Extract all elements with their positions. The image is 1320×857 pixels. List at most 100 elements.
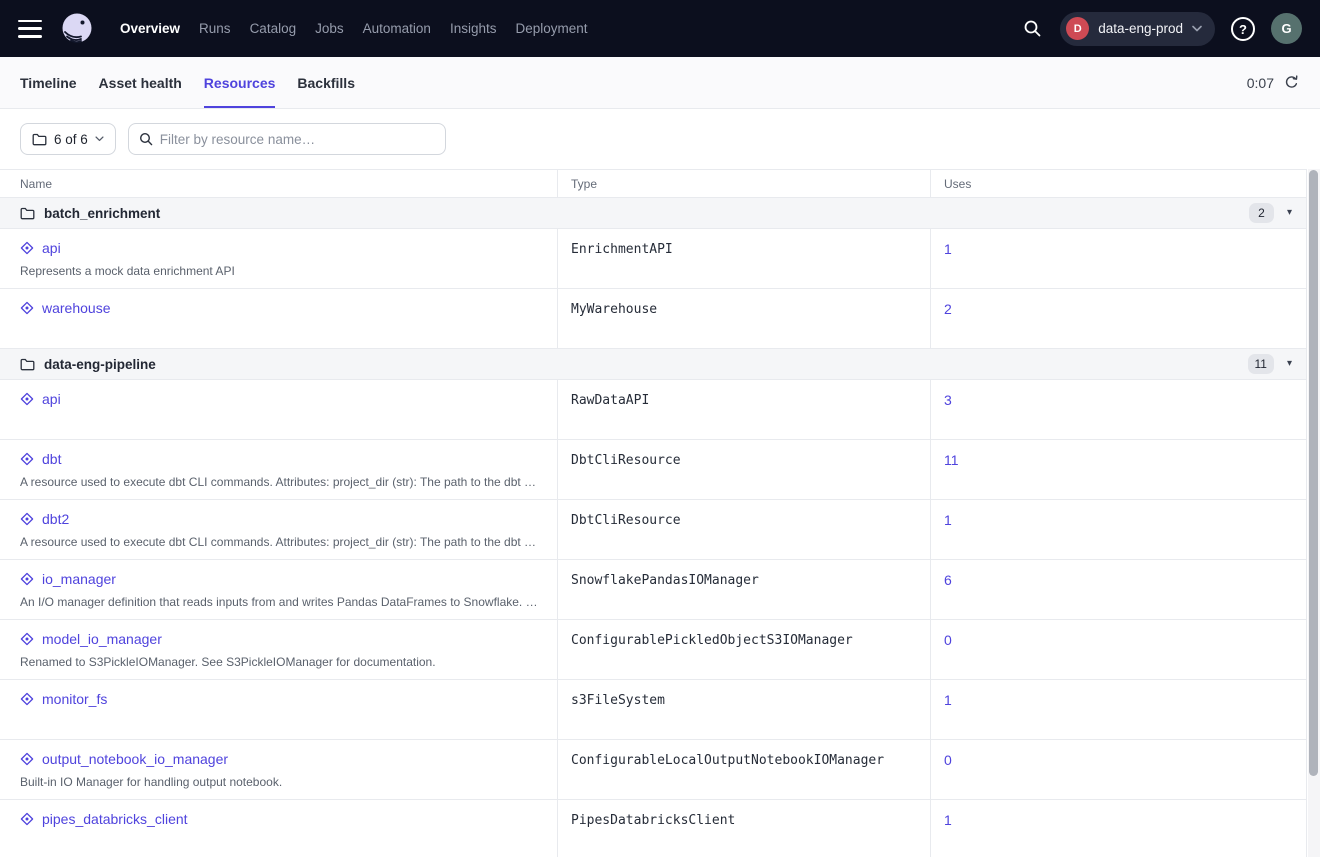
- column-header-uses: Uses: [930, 170, 1307, 197]
- resource-type: SnowflakePandasIOManager: [557, 560, 930, 619]
- menu-icon[interactable]: [18, 20, 42, 38]
- nav-item-deployment[interactable]: Deployment: [513, 17, 589, 40]
- resource-type: RawDataAPI: [557, 380, 930, 439]
- group-name: data-eng-pipeline: [44, 357, 156, 372]
- tabs: Timeline Asset health Resources Backfills: [20, 57, 355, 108]
- resource-row-api: api Represents a mock data enrichment AP…: [0, 229, 1306, 289]
- resource-name-link[interactable]: warehouse: [42, 300, 111, 316]
- resource-filter: [128, 123, 446, 155]
- folder-icon: [20, 358, 35, 371]
- table-header: Name Type Uses: [0, 170, 1306, 198]
- resource-uses-link[interactable]: 2: [944, 301, 952, 317]
- resource-description: A resource used to execute dbt CLI comma…: [20, 475, 541, 489]
- scrollbar-track[interactable]: [1308, 169, 1320, 857]
- resource-icon: [20, 392, 34, 406]
- resource-type: MyWarehouse: [557, 289, 930, 348]
- collapse-caret-icon[interactable]: ▾: [1287, 208, 1292, 218]
- collapse-caret-icon[interactable]: ▾: [1287, 359, 1292, 369]
- resource-row-model-io-manager: model_io_manager Renamed to S3PickleIOMa…: [0, 620, 1306, 680]
- refresh-icon[interactable]: [1282, 74, 1300, 92]
- resource-uses-link[interactable]: 0: [944, 632, 952, 648]
- resource-type: EnrichmentAPI: [557, 229, 930, 288]
- resource-name-link[interactable]: dbt2: [42, 511, 69, 527]
- deployment-switcher[interactable]: D data-eng-prod: [1060, 12, 1215, 46]
- resource-name-link[interactable]: pipes_databricks_client: [42, 811, 188, 827]
- resource-type: DbtCliResource: [557, 440, 930, 499]
- group-count-filter-button[interactable]: 6 of 6: [20, 123, 116, 155]
- resource-row-warehouse: warehouse MyWarehouse 2: [0, 289, 1306, 349]
- resource-uses-link[interactable]: 0: [944, 752, 952, 768]
- help-icon[interactable]: ?: [1228, 14, 1258, 44]
- resource-uses-link[interactable]: 1: [944, 241, 952, 257]
- top-nav-items: Overview Runs Catalog Jobs Automation Insight…: [118, 17, 590, 40]
- search-icon[interactable]: [1017, 14, 1047, 44]
- group-count-badge: 11: [1248, 354, 1274, 374]
- group-name: batch_enrichment: [44, 206, 160, 221]
- nav-item-insights[interactable]: Insights: [448, 17, 499, 40]
- resource-icon: [20, 812, 34, 826]
- resource-icon: [20, 452, 34, 466]
- nav-item-catalog[interactable]: Catalog: [248, 17, 299, 40]
- resource-description: Renamed to S3PickleIOManager. See S3Pick…: [20, 655, 541, 669]
- resource-description: A resource used to execute dbt CLI comma…: [20, 535, 541, 549]
- resource-icon: [20, 632, 34, 646]
- resource-icon: [20, 301, 34, 315]
- refresh-timer: 0:07: [1247, 75, 1274, 91]
- resource-uses-link[interactable]: 11: [944, 452, 959, 468]
- resource-description: Represents a mock data enrichment API: [20, 264, 541, 278]
- top-nav: Overview Runs Catalog Jobs Automation Insight…: [0, 0, 1320, 57]
- group-count-filter-label: 6 of 6: [54, 132, 88, 147]
- resource-name-link[interactable]: output_notebook_io_manager: [42, 751, 228, 767]
- resource-uses-link[interactable]: 6: [944, 572, 952, 588]
- tab-resources[interactable]: Resources: [204, 57, 276, 108]
- scrollbar-thumb[interactable]: [1309, 170, 1318, 776]
- resource-group-row-data-eng-pipeline[interactable]: data-eng-pipeline 11 ▾: [0, 349, 1306, 380]
- resource-name-link[interactable]: dbt: [42, 451, 61, 467]
- resource-icon: [20, 692, 34, 706]
- resource-filter-input[interactable]: [160, 132, 435, 147]
- resource-description: Built-in IO Manager for handling output …: [20, 775, 541, 789]
- resource-name-link[interactable]: monitor_fs: [42, 691, 107, 707]
- resource-type: PipesDatabricksClient: [557, 800, 930, 857]
- filter-bar: 6 of 6: [0, 109, 1320, 169]
- resource-name-link[interactable]: api: [42, 240, 61, 256]
- resource-name-link[interactable]: model_io_manager: [42, 631, 162, 647]
- resource-uses-link[interactable]: 1: [944, 812, 952, 828]
- dagster-logo[interactable]: [58, 10, 96, 48]
- resource-row-io-manager: io_manager An I/O manager definition tha…: [0, 560, 1306, 620]
- search-icon: [139, 132, 153, 146]
- nav-item-runs[interactable]: Runs: [197, 17, 233, 40]
- table-body: batch_enrichment 2 ▾ api Represents a mo…: [0, 198, 1306, 857]
- folder-icon: [32, 133, 47, 146]
- group-count-badge: 2: [1249, 203, 1274, 223]
- nav-item-automation[interactable]: Automation: [361, 17, 433, 40]
- resource-name-link[interactable]: io_manager: [42, 571, 116, 587]
- resource-type: ConfigurablePickledObjectS3IOManager: [557, 620, 930, 679]
- resource-row-api: api RawDataAPI 3: [0, 380, 1306, 440]
- folder-icon: [20, 207, 35, 220]
- tab-timeline[interactable]: Timeline: [20, 57, 77, 108]
- resource-uses-link[interactable]: 1: [944, 692, 952, 708]
- deployment-initial-badge: D: [1066, 17, 1089, 40]
- resource-name-link[interactable]: api: [42, 391, 61, 407]
- tab-backfills[interactable]: Backfills: [297, 57, 355, 108]
- resource-uses-link[interactable]: 1: [944, 512, 952, 528]
- resource-group-row-batch-enrichment[interactable]: batch_enrichment 2 ▾: [0, 198, 1306, 229]
- resource-row-monitor-fs: monitor_fs s3FileSystem 1: [0, 680, 1306, 740]
- resource-icon: [20, 572, 34, 586]
- chevron-down-icon: [95, 136, 104, 142]
- tab-asset-health[interactable]: Asset health: [99, 57, 182, 108]
- resource-type: ConfigurableLocalOutputNotebookIOManager: [557, 740, 930, 799]
- resource-row-dbt2: dbt2 A resource used to execute dbt CLI …: [0, 500, 1306, 560]
- deployment-name: data-eng-prod: [1098, 21, 1183, 36]
- column-header-type: Type: [557, 170, 930, 197]
- resource-icon: [20, 241, 34, 255]
- nav-item-overview[interactable]: Overview: [118, 17, 182, 40]
- nav-item-jobs[interactable]: Jobs: [313, 17, 346, 40]
- resource-type: DbtCliResource: [557, 500, 930, 559]
- resources-table: Name Type Uses batch_enrichment 2 ▾ api …: [0, 169, 1307, 857]
- user-avatar[interactable]: G: [1271, 13, 1302, 44]
- resource-row-dbt: dbt A resource used to execute dbt CLI c…: [0, 440, 1306, 500]
- resource-uses-link[interactable]: 3: [944, 392, 952, 408]
- resource-row-output-notebook-io-manager: output_notebook_io_manager Built-in IO M…: [0, 740, 1306, 800]
